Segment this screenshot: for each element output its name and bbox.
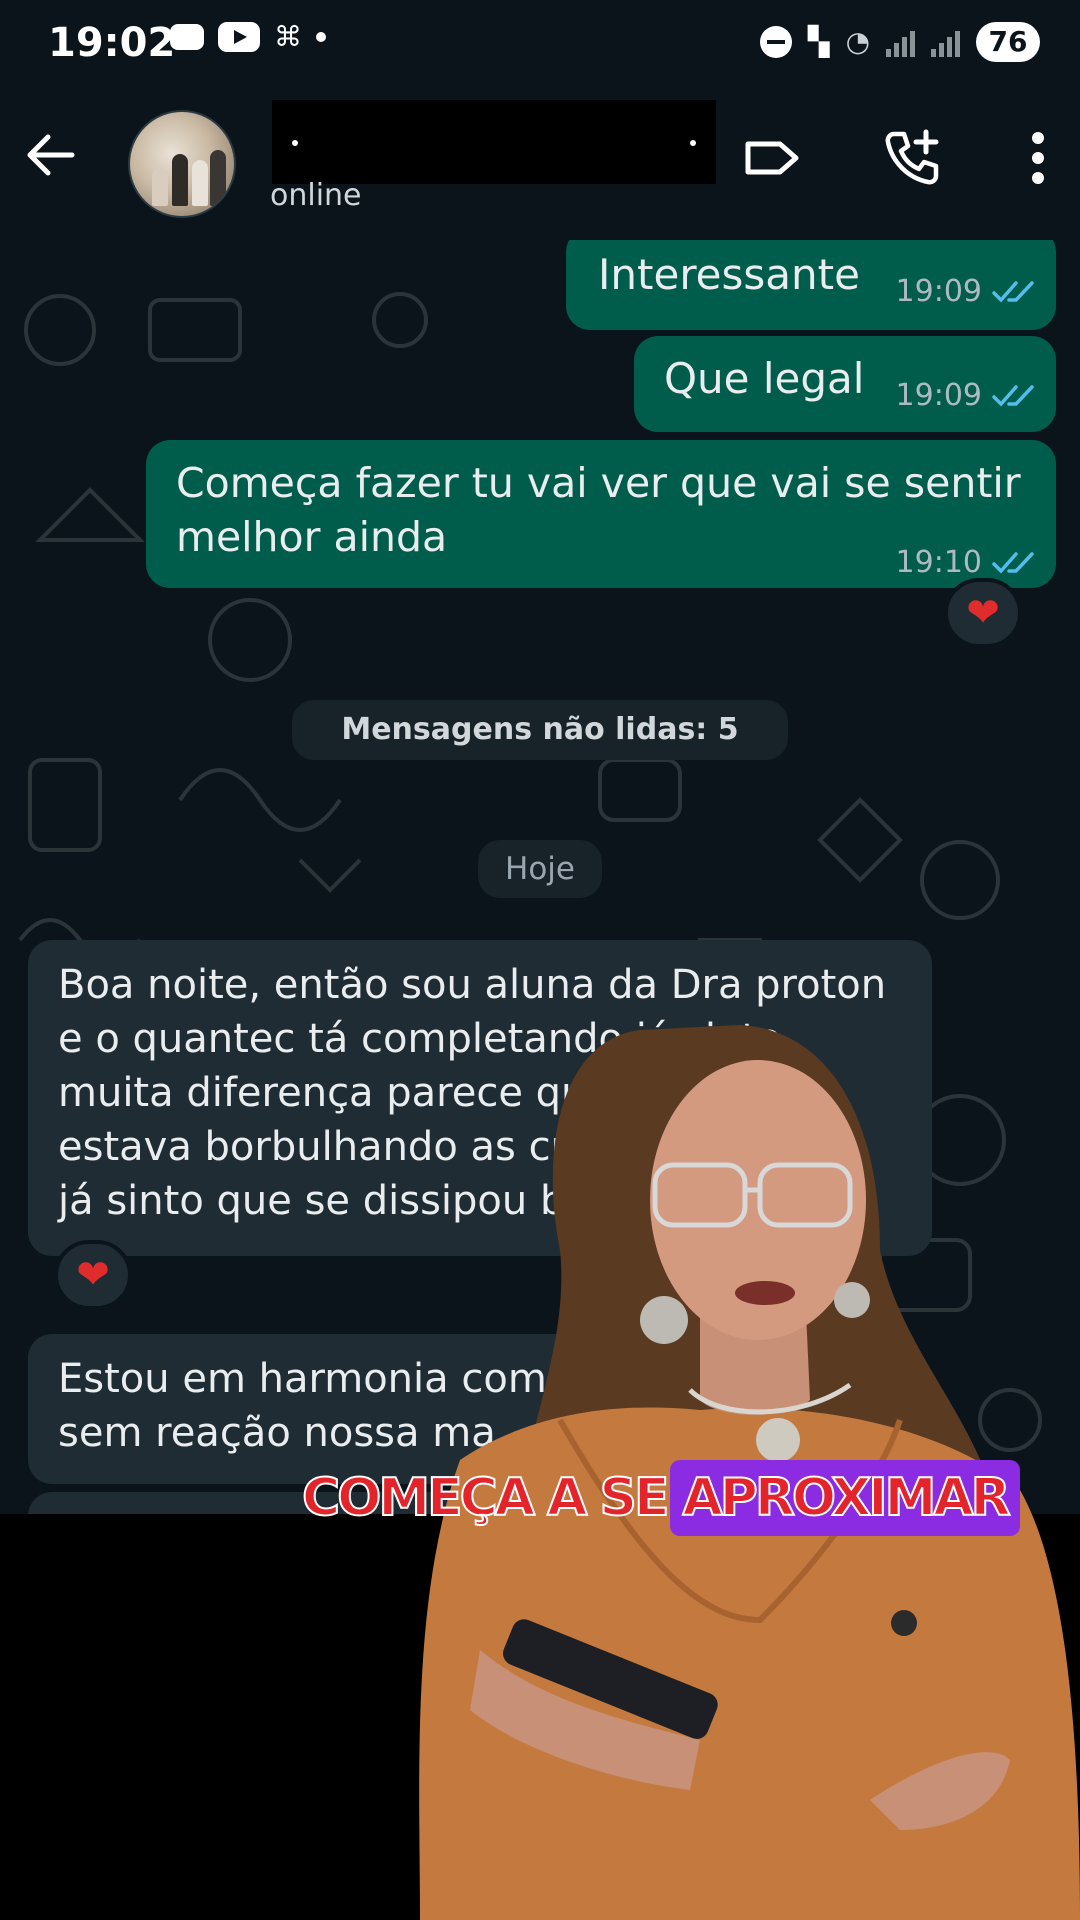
back-button[interactable] bbox=[20, 125, 80, 185]
outgoing-message[interactable]: Interessante 19:09 bbox=[566, 240, 1056, 330]
redaction-dot bbox=[690, 140, 696, 146]
notification-icons: ⌘ bbox=[170, 22, 326, 52]
read-ticks-icon bbox=[992, 280, 1034, 303]
sim-icon: ▚ bbox=[808, 25, 830, 58]
more-vert-icon bbox=[1032, 132, 1044, 184]
message-meta: 19:09 bbox=[896, 274, 1036, 309]
do-not-disturb-icon bbox=[760, 26, 793, 58]
message-text: Estou em harmonia com sem reação nossa m… bbox=[58, 1356, 547, 1456]
message-meta: 19:09 bbox=[896, 378, 1036, 413]
app-notification-icon bbox=[170, 24, 204, 50]
message-text: Que legal bbox=[664, 354, 865, 403]
status-time: 19:02 bbox=[48, 20, 176, 66]
unread-messages-divider: Mensagens não lidas: 5 bbox=[292, 700, 788, 760]
caption-text-highlight: APROXIMAR bbox=[670, 1460, 1020, 1536]
system-icons: ▚ ◔ 76 bbox=[760, 22, 1040, 62]
status-bar: 19:02 ⌘ ▚ ◔ 76 bbox=[0, 0, 1080, 90]
avatar[interactable] bbox=[128, 110, 236, 218]
contact-name-redacted[interactable] bbox=[272, 100, 716, 184]
message-time: 19:09 bbox=[895, 274, 982, 309]
more-notifications-dot-icon bbox=[316, 32, 326, 42]
back-arrow-icon bbox=[27, 134, 75, 176]
battery-indicator: 76 bbox=[976, 22, 1040, 62]
message-text: Interessante bbox=[598, 250, 860, 299]
message-time: 19:09 bbox=[895, 378, 982, 413]
video-background bbox=[0, 1514, 1080, 1920]
link-icon: ⌘ bbox=[274, 20, 302, 53]
heart-reaction[interactable]: ❤ bbox=[944, 578, 1022, 648]
wifi-icon: ◔ bbox=[845, 25, 870, 58]
add-call-button[interactable] bbox=[880, 126, 944, 190]
chat-area[interactable]: Interessante 19:09 Que legal 19:09 Começ… bbox=[0, 240, 1080, 1514]
message-text: Começa fazer tu vai ver que vai se senti… bbox=[176, 459, 1021, 561]
caption-text-part1: COMEÇA A SE bbox=[301, 1467, 670, 1529]
heart-reaction[interactable]: ❤ bbox=[54, 1240, 132, 1310]
read-ticks-icon bbox=[992, 552, 1034, 574]
more-options-button[interactable] bbox=[1008, 126, 1068, 190]
avatar-figure bbox=[152, 168, 168, 206]
outgoing-message[interactable]: Que legal 19:09 bbox=[634, 336, 1056, 432]
label-button[interactable] bbox=[740, 126, 804, 190]
signal-2-icon bbox=[931, 27, 960, 57]
youtube-icon bbox=[218, 22, 260, 52]
message-text: Boa noite, então sou aluna da Dra proton… bbox=[58, 962, 887, 1224]
date-divider: Hoje bbox=[478, 840, 602, 898]
avatar-figure bbox=[192, 160, 208, 206]
label-icon bbox=[745, 141, 799, 175]
incoming-message[interactable]: Boa noite, então sou aluna da Dra proton… bbox=[28, 940, 932, 1256]
read-ticks-icon bbox=[992, 384, 1034, 407]
chat-header: online bbox=[0, 90, 1080, 240]
signal-icon bbox=[886, 27, 915, 57]
contact-status: online bbox=[270, 178, 362, 213]
add-call-icon bbox=[885, 129, 939, 185]
avatar-figure bbox=[172, 154, 188, 206]
redaction-dot bbox=[292, 140, 298, 146]
heart-icon: ❤ bbox=[966, 590, 1000, 636]
heart-icon: ❤ bbox=[76, 1252, 110, 1298]
video-caption: COMEÇA A SE APROXIMAR bbox=[298, 1460, 1020, 1536]
avatar-figure bbox=[210, 150, 226, 206]
outgoing-message[interactable]: Começa fazer tu vai ver que vai se senti… bbox=[146, 440, 1056, 588]
